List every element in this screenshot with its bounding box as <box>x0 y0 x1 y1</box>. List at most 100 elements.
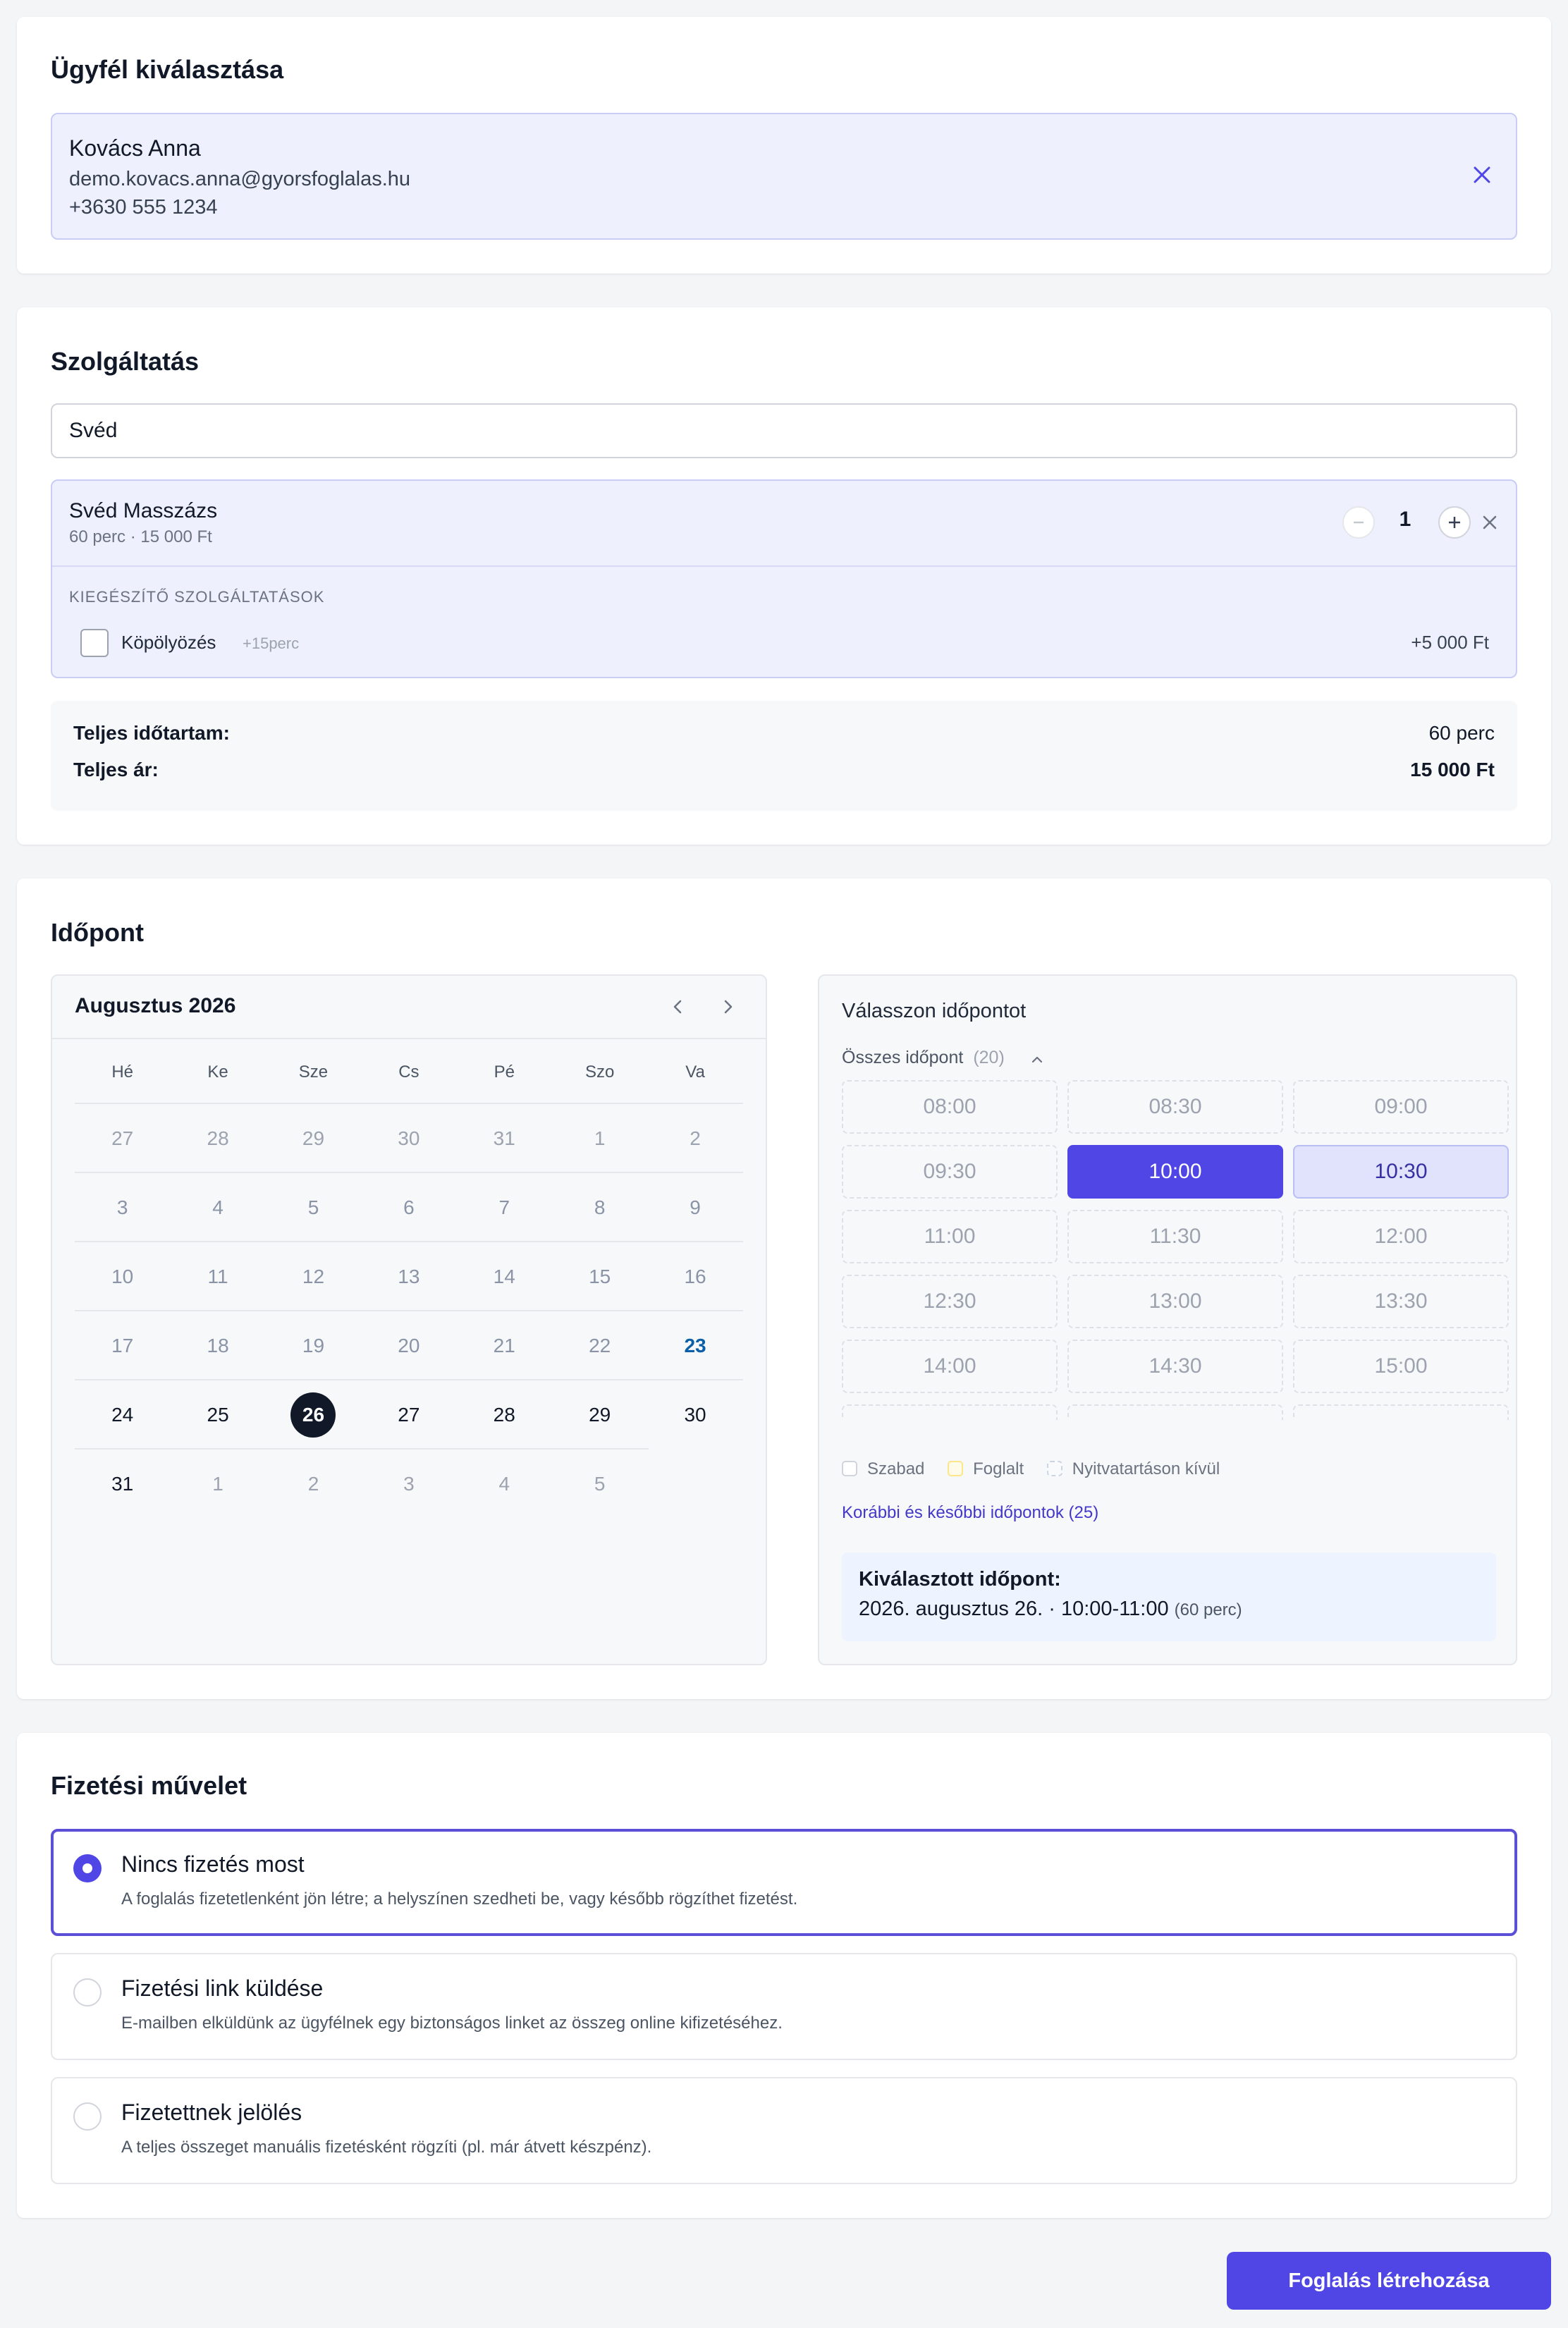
calendar-day: 1 <box>552 1104 647 1173</box>
time-slot[interactable]: 15:00 <box>1293 1340 1509 1393</box>
quantity-value: 1 <box>1399 508 1411 531</box>
time-slot[interactable]: 11:00 <box>842 1210 1058 1263</box>
time-slot[interactable]: 10:30 <box>1293 1145 1509 1199</box>
service-card: Szolgáltatás Svéd Masszázs 60 perc · 15 … <box>17 307 1551 845</box>
calendar-day[interactable]: 27 <box>361 1380 456 1450</box>
calendar-day-number: 6 <box>403 1196 415 1218</box>
remove-service-icon[interactable] <box>1478 510 1502 534</box>
quantity-increase-button[interactable] <box>1438 506 1471 539</box>
calendar: Augusztus 2026 Hé Ke Sze Cs Pé Szo Va 27 28 29 30 3… <box>51 974 767 1665</box>
calendar-day: 2 <box>266 1450 361 1519</box>
time-slot[interactable]: 08:30 <box>1067 1080 1283 1134</box>
plus-icon <box>1449 517 1460 528</box>
time-slot[interactable]: 08:00 <box>842 1080 1058 1134</box>
payment-option-desc: A foglalás fizetetlenként jön létre; a h… <box>121 1889 798 1909</box>
calendar-day-number: 25 <box>207 1404 229 1426</box>
calendar-day[interactable]: 29 <box>552 1380 647 1450</box>
chevron-left-icon[interactable] <box>664 993 692 1021</box>
calendar-day-number: 15 <box>589 1266 611 1287</box>
service-search-input[interactable] <box>51 403 1517 458</box>
radio[interactable] <box>73 1978 102 2007</box>
calendar-day: 11 <box>170 1242 265 1311</box>
payment-card: Fizetési művelet Nincs fizetés most A fo… <box>17 1733 1551 2218</box>
weekday-label: Cs <box>398 1062 419 1082</box>
calendar-day-number: 7 <box>498 1196 510 1218</box>
time-slot[interactable]: 13:00 <box>1067 1275 1283 1328</box>
calendar-weekday-row: Hé Ke Sze Cs Pé Szo Va <box>75 1041 743 1104</box>
chevron-up-icon[interactable] <box>1028 1050 1046 1069</box>
calendar-day-number: 9 <box>690 1196 701 1218</box>
time-slot[interactable]: 14:00 <box>842 1340 1058 1393</box>
calendar-day-number: 2 <box>690 1127 701 1149</box>
time-slot[interactable]: 11:30 <box>1067 1210 1283 1263</box>
calendar-day-number: 30 <box>684 1404 706 1426</box>
calendar-day-number: 20 <box>398 1335 420 1356</box>
time-slot[interactable]: 16:30 <box>1293 1404 1509 1420</box>
payment-option-none[interactable]: Nincs fizetés most A foglalás fizetetlen… <box>51 1829 1517 1936</box>
selected-time-box: Kiválasztott időpont: 2026. augusztus 26… <box>842 1552 1496 1641</box>
client-email: demo.kovacs.anna@gyorsfoglalas.hu <box>69 168 411 190</box>
calendar-day[interactable]: 24 <box>75 1380 170 1450</box>
calendar-day: 5 <box>266 1173 361 1242</box>
divider <box>52 1038 766 1039</box>
close-icon[interactable] <box>1468 161 1496 189</box>
time-slot-selected[interactable]: 10:00 <box>1067 1145 1283 1199</box>
addon-name: Köpölyözés <box>121 632 216 653</box>
calendar-day-today: 23 <box>647 1311 742 1380</box>
calendar-day-number: 5 <box>594 1473 606 1495</box>
more-slots-link[interactable]: Korábbi és későbbi időpontok (25) <box>842 1503 1098 1523</box>
time-slot[interactable]: 13:30 <box>1293 1275 1509 1328</box>
calendar-day: 19 <box>266 1311 361 1380</box>
calendar-day-number: 16 <box>684 1266 706 1287</box>
time-slot[interactable]: 12:00 <box>1293 1210 1509 1263</box>
calendar-day-number: 11 <box>207 1266 228 1287</box>
time-slot[interactable]: 09:30 <box>842 1145 1058 1199</box>
quantity-decrease-button[interactable] <box>1342 506 1375 539</box>
calendar-day: 17 <box>75 1311 170 1380</box>
chevron-right-icon[interactable] <box>713 993 742 1021</box>
calendar-day: 18 <box>170 1311 265 1380</box>
calendar-day: 16 <box>647 1242 742 1311</box>
calendar-day[interactable]: 31 <box>75 1450 170 1519</box>
calendar-day: 30 <box>361 1104 456 1173</box>
calendar-day-number: 8 <box>594 1196 606 1218</box>
time-slot[interactable]: 16:00 <box>1067 1404 1283 1420</box>
time-slot[interactable]: 14:30 <box>1067 1340 1283 1393</box>
calendar-day-number: 24 <box>111 1404 134 1426</box>
calendar-day-number: 31 <box>111 1473 134 1495</box>
payment-option-link[interactable]: Fizetési link küldése E-mailben elküldün… <box>51 1953 1517 2060</box>
addon-checkbox[interactable] <box>80 629 109 657</box>
calendar-day: 4 <box>170 1173 265 1242</box>
time-slot[interactable]: 12:30 <box>842 1275 1058 1328</box>
legend-free: Szabad <box>867 1459 925 1478</box>
calendar-week-row: 24 25 26 27 28 29 30 <box>75 1380 743 1450</box>
slots-legend: Szabad Foglalt Nyitvatartáson kívül <box>842 1459 1238 1479</box>
weekday-label: Sze <box>298 1062 329 1082</box>
payment-option-title: Fizetési link küldése <box>121 1975 324 2001</box>
calendar-day: 22 <box>552 1311 647 1380</box>
radio-selected[interactable] <box>73 1854 102 1882</box>
calendar-day[interactable]: 25 <box>170 1380 265 1450</box>
calendar-day-number: 4 <box>498 1473 510 1495</box>
calendar-day-selected[interactable]: 26 <box>266 1380 361 1450</box>
radio[interactable] <box>73 2102 102 2131</box>
time-slot[interactable]: 15:30 <box>842 1404 1058 1420</box>
slots-filter-toggle[interactable]: Összes időpont (20) <box>842 1048 1005 1068</box>
service-meta: 60 perc · 15 000 Ft <box>69 527 212 546</box>
calendar-day-number: 29 <box>589 1404 611 1426</box>
calendar-day-number: 2 <box>307 1473 319 1495</box>
payment-section-title: Fizetési művelet <box>51 1771 247 1800</box>
payment-option-paid[interactable]: Fizetettnek jelölés A teljes összeget ma… <box>51 2077 1517 2184</box>
calendar-day-number: 10 <box>111 1266 134 1287</box>
calendar-day[interactable]: 28 <box>457 1380 552 1450</box>
create-booking-button[interactable]: Foglalás létrehozása <box>1227 2252 1551 2310</box>
calendar-day: 20 <box>361 1311 456 1380</box>
time-slot[interactable]: 09:00 <box>1293 1080 1509 1134</box>
calendar-day[interactable]: 30 <box>647 1380 742 1450</box>
legend-busy: Foglalt <box>973 1459 1024 1478</box>
calendar-month: Augusztus 2026 <box>75 994 236 1017</box>
calendar-day-number: 1 <box>212 1473 223 1495</box>
calendar-day: 28 <box>170 1104 265 1173</box>
selected-time-duration: (60 perc) <box>1174 1600 1242 1619</box>
calendar-week-row: 10 11 12 13 14 15 16 <box>75 1242 743 1311</box>
